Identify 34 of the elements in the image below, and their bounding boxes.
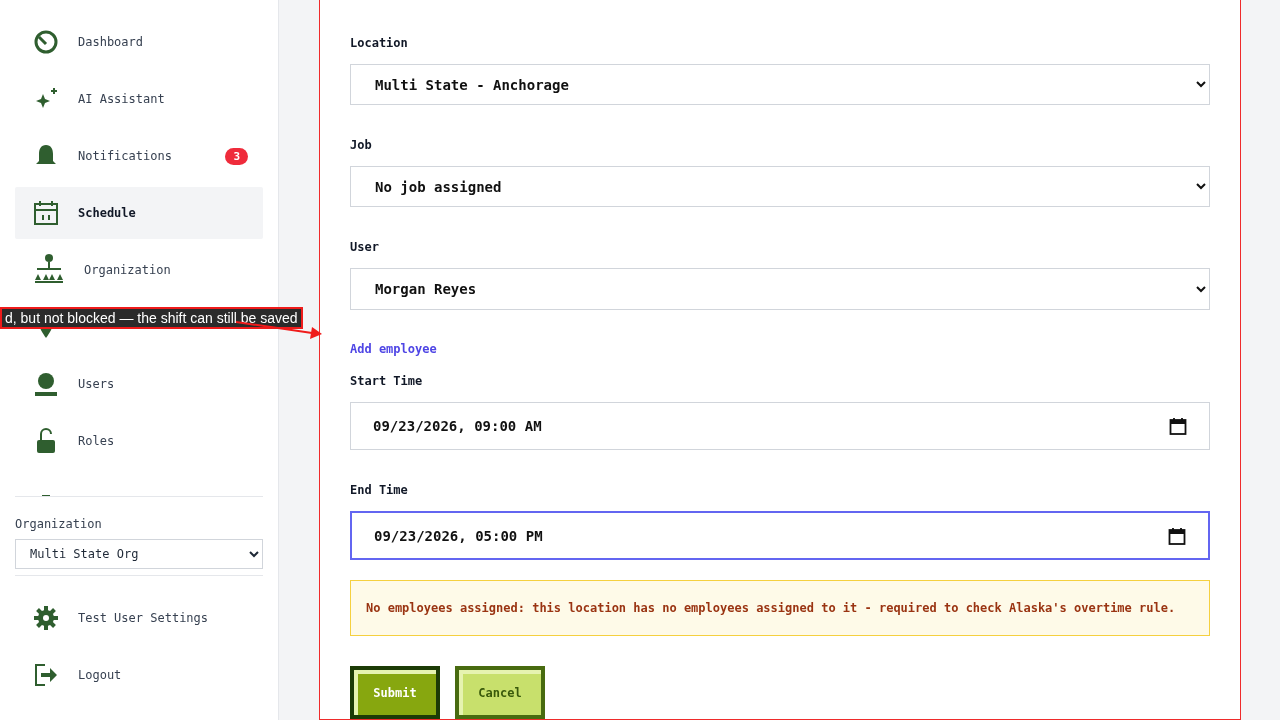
organization-dropdown[interactable]: Multi State Org — [15, 539, 263, 569]
calendar-icon — [33, 200, 59, 226]
cancel-button[interactable]: Cancel — [455, 666, 545, 719]
nav-item[interactable]: AI Assistant — [15, 73, 263, 125]
dropdown[interactable]: No job assigned — [350, 166, 1210, 208]
dial-icon — [33, 29, 59, 55]
field-label: Start Time — [350, 373, 424, 388]
nav-item[interactable]: Dashboard — [15, 16, 263, 68]
nav-item[interactable]: Users — [15, 358, 263, 410]
field-label: User — [350, 240, 380, 255]
nav-item[interactable]: Roles — [15, 415, 263, 467]
count-badge: 3 — [225, 147, 248, 165]
org-chart-icon — [33, 254, 65, 286]
datetime-field[interactable]: 09/23/2026, 05:00 PM — [350, 511, 1210, 560]
field-label: Organization — [15, 517, 103, 531]
logout-icon — [33, 662, 59, 688]
dropdown[interactable]: Morgan Reyes — [350, 268, 1210, 310]
calendar-icon[interactable] — [1168, 526, 1186, 545]
field-label: Location — [350, 36, 409, 50]
warning-message: No employees assigned: this location has no employees assigned to it - required to check Alaska's overtime rule. — [350, 580, 1210, 636]
field-label: End Time — [350, 483, 409, 498]
nav-item[interactable]: Logout — [15, 649, 263, 701]
nav-item[interactable]: Organization — [15, 244, 263, 296]
nav-item[interactable]: Test User Settings — [15, 592, 263, 644]
annotation-tooltip: d, but not blocked — the shift can still be saved — [0, 307, 303, 329]
calendar-icon[interactable] — [1169, 416, 1187, 435]
dropdown[interactable]: Multi State - Anchorage — [350, 64, 1210, 106]
nav-item[interactable]: Schedule — [15, 187, 263, 239]
gear-icon — [33, 605, 59, 631]
field-label: Job — [350, 138, 373, 153]
nav-item[interactable]: Notifications 3 — [15, 130, 263, 182]
add-employee-link[interactable]: Add employee — [350, 341, 1210, 356]
datetime-field[interactable]: 09/23/2026, 09:00 AM — [350, 401, 1210, 451]
user-icon — [33, 371, 59, 397]
